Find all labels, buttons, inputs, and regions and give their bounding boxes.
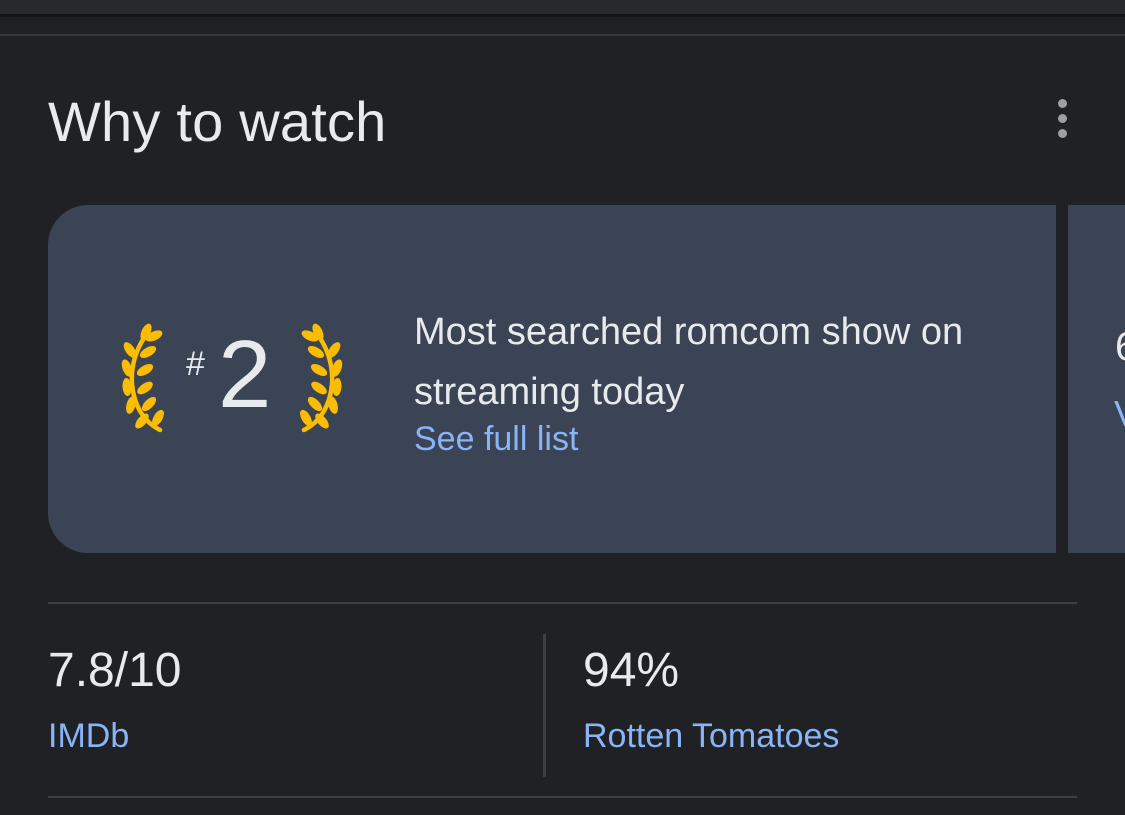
imdb-link[interactable]: IMDb [48, 714, 129, 758]
imdb-rating-value: 7.8/10 [48, 644, 182, 697]
rank-hash: # [186, 345, 205, 383]
more-vert-icon-dot [1057, 128, 1067, 138]
see-full-list-link[interactable]: See full list [414, 418, 578, 460]
laurel-left-icon [121, 323, 164, 433]
top-rule [0, 14, 1125, 17]
top-strip [0, 0, 1125, 14]
next-card-partial-link[interactable]: V [1114, 393, 1125, 435]
card-description: Most searched romcom show on streaming t… [414, 311, 964, 413]
rotten-tomatoes-link[interactable]: Rotten Tomatoes [583, 714, 839, 758]
section-title: Why to watch [48, 90, 387, 153]
ratings-divider-vertical [543, 634, 546, 777]
rotten-tomatoes-rating-value: 94% [583, 644, 680, 697]
next-card-partial[interactable]: 6 V [1068, 205, 1125, 553]
more-options-button[interactable] [1040, 92, 1084, 144]
more-vert-icon-dot [1057, 98, 1067, 108]
ratings-divider-bottom [48, 796, 1077, 798]
section-divider [0, 34, 1125, 36]
laurel-right-icon [300, 323, 343, 433]
ratings-divider-top [48, 602, 1077, 604]
rank-number: 2 [218, 321, 272, 428]
more-vert-icon-dot [1057, 113, 1067, 123]
next-card-partial-text: 6 [1115, 325, 1125, 370]
